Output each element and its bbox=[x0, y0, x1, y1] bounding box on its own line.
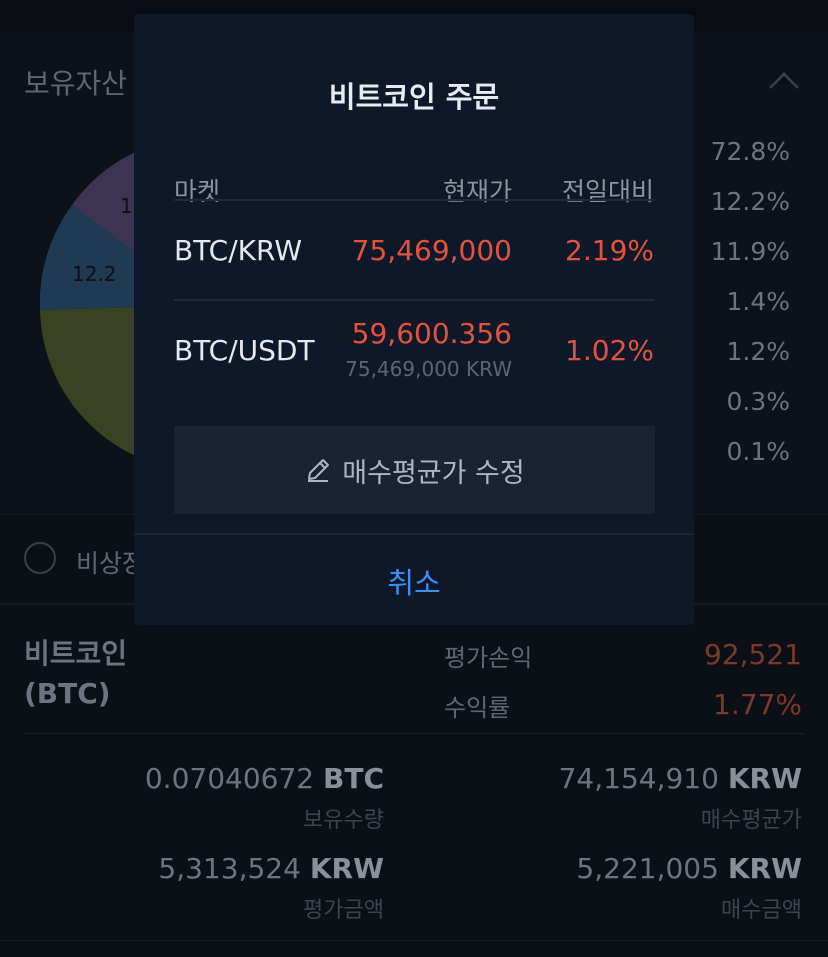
market-name: BTC/USDT bbox=[174, 334, 315, 367]
pie-label-blue: 12.2 bbox=[72, 262, 117, 286]
percent-list: 72.8% 12.2% 11.9% 1.4% 1.2% 0.3% 0.1% bbox=[690, 130, 790, 480]
evaluation-amount: 5,313,524 KRW bbox=[158, 852, 384, 885]
holding-quantity-unit: BTC bbox=[323, 762, 384, 795]
market-change: 1.02% bbox=[565, 334, 654, 367]
evaluation-amount-label: 평가금액 bbox=[303, 898, 384, 923]
pencil-icon bbox=[308, 459, 330, 482]
market-price-krw: 75,469,000 KRW bbox=[345, 357, 512, 381]
average-buy-price-label: 매수평균가 bbox=[700, 808, 802, 833]
header-change: 전일대비 bbox=[561, 177, 654, 206]
divider bbox=[0, 940, 828, 941]
holding-quantity-label: 보유수량 bbox=[303, 808, 384, 833]
modal-divider bbox=[134, 533, 694, 535]
holdings-title: 보유자산 bbox=[24, 67, 128, 100]
profit-label: 평가손익 bbox=[444, 644, 533, 672]
coin-name: 비트코인 (BTC) bbox=[24, 634, 127, 714]
percent-item: 1.2% bbox=[726, 337, 790, 366]
percent-item: 12.2% bbox=[710, 187, 790, 216]
edit-average-price-label: 매수평균가 수정 bbox=[342, 457, 525, 489]
evaluation-amount-value: 5,313,524 bbox=[158, 852, 301, 885]
market-price: 75,469,000 bbox=[351, 234, 512, 267]
return-value: 1.77% bbox=[713, 688, 802, 721]
cancel-button[interactable]: 취소 bbox=[134, 560, 694, 602]
modal-title: 비트코인 주문 bbox=[328, 80, 500, 114]
buy-amount-value: 5,221,005 bbox=[576, 852, 719, 885]
buy-amount-label: 매수금액 bbox=[721, 898, 802, 923]
holding-quantity: 0.07040672 BTC bbox=[145, 762, 384, 795]
average-buy-price: 74,154,910 KRW bbox=[559, 762, 802, 795]
coin-symbol: (BTC) bbox=[24, 677, 111, 710]
market-name: BTC/KRW bbox=[174, 234, 303, 267]
percent-item: 0.1% bbox=[726, 437, 790, 466]
market-price: 59,600.356 bbox=[351, 317, 512, 350]
header-price: 현재가 bbox=[442, 177, 512, 206]
header-divider bbox=[174, 199, 655, 201]
return-label: 수익률 bbox=[444, 694, 511, 722]
radio-button[interactable] bbox=[24, 542, 56, 574]
holding-quantity-value: 0.07040672 bbox=[144, 762, 315, 795]
pie-label-purple: 1 bbox=[120, 194, 133, 218]
row-divider bbox=[174, 299, 655, 301]
average-buy-price-unit: KRW bbox=[727, 762, 802, 795]
order-modal: 비트코인 주문 마켓 현재가 전일대비 BTC/KRW 75,469,000 2… bbox=[134, 14, 694, 625]
market-change: 2.19% bbox=[565, 234, 654, 267]
edit-average-price-button[interactable]: 매수평균가 수정 bbox=[174, 426, 655, 514]
buy-amount-unit: KRW bbox=[727, 852, 802, 885]
coin-name-korean: 비트코인 bbox=[24, 637, 128, 670]
profit-value: 92,521 bbox=[704, 638, 802, 671]
percent-item: 11.9% bbox=[710, 237, 790, 266]
percent-item: 1.4% bbox=[726, 287, 790, 316]
buy-amount: 5,221,005 KRW bbox=[576, 852, 802, 885]
evaluation-amount-unit: KRW bbox=[309, 852, 384, 885]
divider bbox=[24, 733, 804, 734]
percent-item: 72.8% bbox=[710, 137, 790, 166]
percent-item: 0.3% bbox=[726, 387, 790, 416]
header-market: 마켓 bbox=[174, 177, 221, 206]
average-buy-price-value: 74,154,910 bbox=[558, 762, 719, 795]
chevron-up-icon[interactable] bbox=[764, 62, 804, 102]
